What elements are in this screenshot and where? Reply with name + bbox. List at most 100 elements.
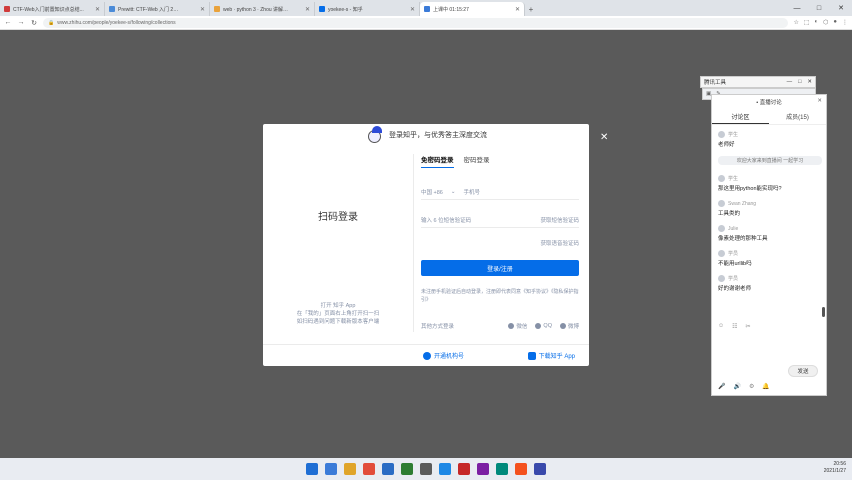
minimize-button[interactable]: —	[787, 79, 793, 85]
browser-tab[interactable]: web · python 3 · Zhou 讲解… ✕	[210, 2, 315, 16]
minimize-button[interactable]: —	[786, 5, 808, 12]
taskbar-app-icon[interactable]	[325, 463, 337, 475]
qq-icon	[535, 323, 542, 329]
system-tray-clock[interactable]: 20:56 2021/1/27	[824, 461, 846, 475]
login-register-button[interactable]: 登录/注册	[421, 260, 579, 276]
phone-input[interactable]: 手机号	[463, 188, 480, 196]
new-tab-button[interactable]: +	[525, 2, 537, 16]
emoji-icon[interactable]: ☺	[718, 323, 724, 330]
get-sms-code-link[interactable]: 获取短信验证码	[540, 216, 579, 224]
address-bar[interactable]: 🔒 www.zhihu.com/people/yoekee-s/followin…	[43, 17, 789, 28]
tab-favicon-icon	[214, 6, 220, 12]
taskbar-app-icon[interactable]	[382, 463, 394, 475]
lock-icon: 🔒	[48, 19, 55, 26]
tab-close-icon[interactable]: ✕	[95, 6, 100, 13]
close-button[interactable]: ✕	[807, 79, 812, 85]
chat-user: 学员	[728, 276, 739, 282]
menu-dots-icon[interactable]: ⋮	[842, 19, 848, 26]
back-arrow-icon[interactable]: ←	[4, 19, 12, 26]
profile-icon[interactable]: ●	[833, 19, 837, 26]
extension-icon[interactable]: ⬡	[823, 19, 828, 26]
forward-arrow-icon[interactable]: →	[17, 19, 25, 26]
voice-code-link[interactable]: 获取语音验证码	[540, 239, 579, 247]
taskbar-app-icon[interactable]	[477, 463, 489, 475]
tab-close-icon[interactable]: ✕	[305, 6, 310, 13]
phone-field[interactable]: 中国 +86 ⌄ 手机号	[421, 184, 579, 200]
chat-text: 那这里用python能实现吗?	[718, 186, 782, 192]
tool-window-titlebar: 腾讯工具 — □ ✕	[700, 76, 816, 88]
browser-tab[interactable]: Prewitt: CTF-Web 入门 2… ✕	[105, 2, 210, 16]
tab-discussion[interactable]: 讨论区	[712, 109, 769, 124]
taskbar-app-icon[interactable]	[363, 463, 375, 475]
tab-sms-login[interactable]: 免密码登录	[421, 154, 454, 168]
browser-toolbar: ← → ↻ 🔒 www.zhihu.com/people/yoekee-s/fo…	[0, 16, 852, 30]
qq-label: QQ	[543, 323, 552, 329]
tool-window-title: 腾讯工具	[704, 80, 727, 86]
qq-login[interactable]: QQ	[535, 322, 552, 330]
tab-favicon-icon	[319, 6, 325, 12]
weibo-login[interactable]: 微博	[559, 322, 579, 330]
open-org-account-link[interactable]: 开通机构号	[423, 351, 464, 360]
qr-hint-line: 如扫码遇到问题下载新版本客户端	[296, 319, 380, 325]
browser-tab[interactable]: yoekee-s - 知乎 ✕	[315, 2, 420, 16]
reload-icon[interactable]: ↻	[30, 19, 38, 27]
wechat-login[interactable]: 微信	[508, 322, 527, 330]
tab-members[interactable]: 成员(15)	[769, 109, 826, 124]
maximize-button[interactable]: □	[798, 79, 801, 85]
chat-user: Swan Zhang	[728, 200, 757, 207]
app-icon	[527, 351, 536, 360]
region-select[interactable]: 中国 +86	[421, 188, 443, 196]
open-org-account-label: 开通机构号	[434, 354, 465, 360]
speaker-icon[interactable]: 🔊	[733, 383, 740, 390]
chat-input-tools: ☺ ☷ ✂	[718, 323, 822, 330]
bookmark-star-icon[interactable]: ☆	[793, 19, 798, 26]
tab-password-login[interactable]: 密码登录	[464, 154, 490, 168]
vertical-divider	[413, 154, 414, 332]
sms-code-input[interactable]: 输入 6 位短信验证码	[421, 216, 471, 224]
tab-close-icon[interactable]: ✕	[410, 6, 415, 13]
social-login-label: 其他方式登录	[421, 324, 455, 330]
sms-code-field[interactable]: 输入 6 位短信验证码 获取短信验证码	[421, 212, 579, 228]
modal-header-text: 登录知乎，与优秀答主深度交流	[389, 132, 487, 139]
chat-text: 工具类的	[718, 211, 741, 217]
qr-login-pane: 扫码登录 打开 知乎 App 在「我的」页面右上角打开扫一扫 如扫码遇到问题下载…	[263, 146, 413, 344]
chat-header-title: • 直播讨论	[756, 100, 782, 106]
taskbar-app-icon[interactable]	[401, 463, 413, 475]
taskbar-app-icon[interactable]	[515, 463, 527, 475]
taskbar: 20:56 2021/1/27	[0, 458, 852, 480]
taskbar-app-icon[interactable]	[344, 463, 356, 475]
tab-title: yoekee-s - 知乎	[328, 6, 363, 13]
taskbar-app-icon[interactable]	[458, 463, 470, 475]
browser-tab-active[interactable]: 上课中 01:15:27 ✕	[420, 2, 525, 16]
taskbar-app-icon[interactable]	[534, 463, 546, 475]
bell-icon[interactable]: 🔔	[762, 383, 769, 390]
login-modal: 登录知乎，与优秀答主深度交流 扫码登录 打开 知乎 App 在「我的」页面右上角…	[263, 124, 589, 366]
close-window-button[interactable]: ✕	[830, 4, 852, 12]
chat-scrollbar[interactable]	[822, 307, 825, 317]
modal-close-button[interactable]: ✕	[600, 132, 608, 143]
taskbar-app-icon[interactable]	[496, 463, 508, 475]
modal-header: 登录知乎，与优秀答主深度交流	[263, 124, 589, 146]
download-app-label: 下载知乎 App	[538, 354, 575, 360]
send-button[interactable]: 发送	[788, 365, 818, 377]
tab-close-icon[interactable]: ✕	[200, 6, 205, 13]
taskbar-app-icon[interactable]	[420, 463, 432, 475]
taskbar-app-icon[interactable]	[306, 463, 318, 475]
settings-icon[interactable]: ⚙	[749, 383, 754, 390]
scissors-icon[interactable]: ✂	[746, 323, 751, 330]
browser-tab[interactable]: CTF-Web入门前置知识点总结... ✕	[0, 2, 105, 16]
tab-close-icon[interactable]: ✕	[515, 6, 520, 13]
social-login-row: 其他方式登录 微信 QQ 微博	[421, 322, 579, 330]
agreement-text: 未注册手机验证后自动登录，注册即代表同意《知乎协议》《隐私保护指引》	[421, 289, 579, 303]
browser-tab-strip: CTF-Web入门前置知识点总结... ✕ Prewitt: CTF-Web 入…	[0, 0, 852, 16]
microphone-icon[interactable]: 🎤	[718, 383, 725, 390]
extension-icon[interactable]: ◐	[815, 19, 819, 26]
chat-close-button[interactable]: ✕	[817, 98, 822, 104]
tab-favicon-icon	[109, 6, 115, 12]
image-icon[interactable]: ☷	[732, 323, 737, 330]
download-app-link[interactable]: 下载知乎 App	[527, 351, 575, 360]
maximize-button[interactable]: □	[808, 5, 830, 12]
weibo-label: 微博	[567, 324, 579, 330]
extension-icon[interactable]: ⬚	[804, 19, 810, 26]
taskbar-app-icon[interactable]	[439, 463, 451, 475]
